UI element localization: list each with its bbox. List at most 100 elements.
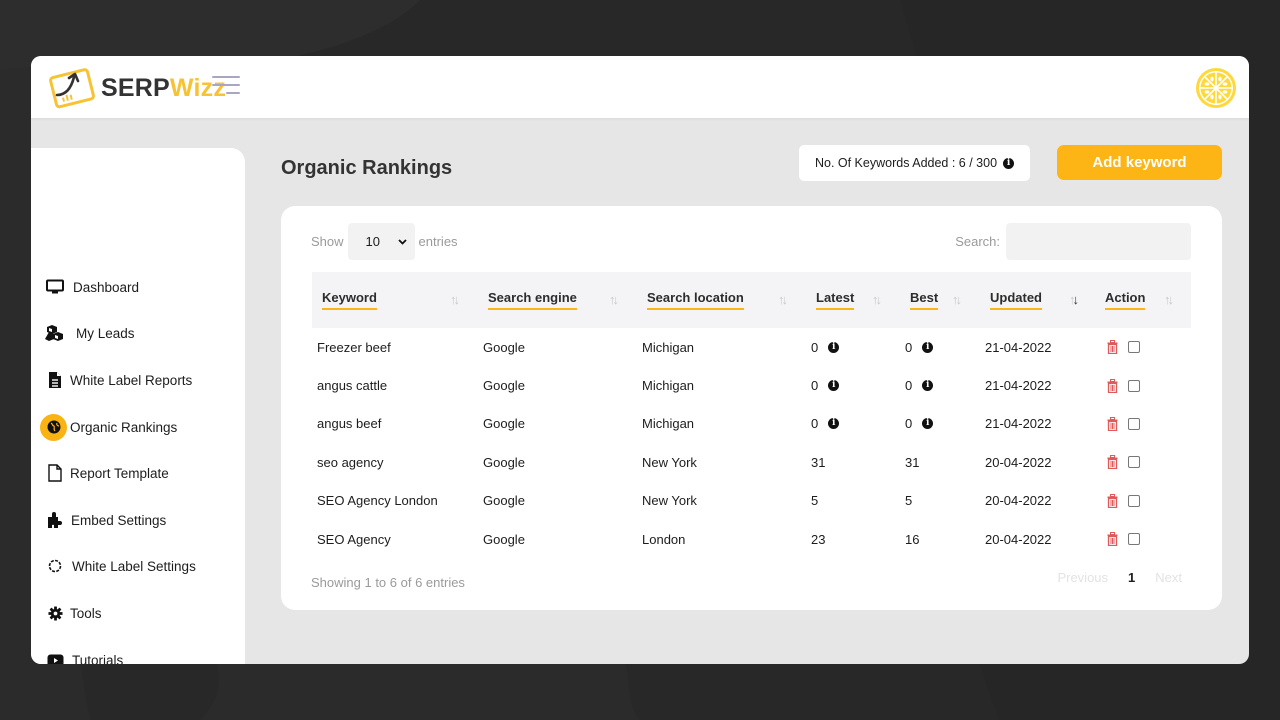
column-header-search-engine[interactable]: Search engine bbox=[488, 272, 577, 328]
info-icon[interactable]: i bbox=[922, 380, 934, 392]
cell-value: Google bbox=[483, 531, 525, 547]
row-checkbox[interactable] bbox=[1128, 456, 1140, 469]
delete-icon[interactable] bbox=[1107, 455, 1118, 470]
column-header-label[interactable]: Latest bbox=[816, 290, 855, 310]
cell-search-location: London bbox=[642, 520, 685, 558]
info-icon[interactable]: i bbox=[828, 341, 840, 353]
sidebar-item-label: Organic Rankings bbox=[70, 419, 178, 435]
sort-icon[interactable]: ↑↓ bbox=[1069, 292, 1079, 307]
cell-keyword: angus beef bbox=[317, 405, 381, 443]
column-header-action[interactable]: Action bbox=[1105, 272, 1146, 328]
sidebar-item-white-label-settings[interactable]: White Label Settings bbox=[31, 552, 245, 580]
sidebar-item-organic-rankings[interactable]: Organic Rankings bbox=[31, 413, 245, 441]
column-header-label[interactable]: Action bbox=[1105, 290, 1146, 310]
cell-best: 31 bbox=[905, 443, 919, 481]
sidebar-item-white-label-reports[interactable]: White Label Reports bbox=[31, 366, 245, 394]
row-checkbox[interactable] bbox=[1128, 417, 1140, 430]
cell-updated: 21-04-2022 bbox=[985, 405, 1052, 443]
sort-icon[interactable]: ↑↓ bbox=[1164, 292, 1174, 307]
cell-action bbox=[1107, 443, 1140, 481]
info-icon[interactable]: i bbox=[922, 418, 934, 430]
sidebar-item-my-leads[interactable]: My Leads bbox=[31, 319, 245, 347]
sidebar-item-dashboard[interactable]: Dashboard bbox=[31, 273, 245, 301]
column-header-latest[interactable]: Latest bbox=[816, 272, 855, 328]
info-icon[interactable]: i bbox=[828, 380, 840, 392]
info-icon[interactable]: i bbox=[1003, 157, 1015, 169]
column-header-best[interactable]: Best bbox=[910, 272, 939, 328]
cell-best: 0i bbox=[905, 328, 934, 366]
cell-best: 0i bbox=[905, 405, 934, 443]
sidebar-item-label: White Label Reports bbox=[70, 372, 193, 388]
page-1-button[interactable]: 1 bbox=[1128, 570, 1135, 585]
column-header-keyword[interactable]: Keyword bbox=[322, 272, 377, 328]
row-checkbox[interactable] bbox=[1128, 494, 1140, 507]
logo-chart-icon bbox=[49, 68, 95, 109]
table-info: Showing 1 to 6 of 6 entries bbox=[311, 575, 465, 590]
cell-search-engine: Google bbox=[483, 366, 525, 404]
column-header-label[interactable]: Search engine bbox=[488, 290, 577, 310]
keywords-counter: No. Of Keywords Added : 6 / 300 i bbox=[799, 145, 1030, 181]
row-checkbox[interactable] bbox=[1128, 341, 1140, 354]
serpwizz-logo[interactable]: SERPWizz bbox=[47, 65, 226, 111]
cell-action bbox=[1107, 482, 1140, 520]
row-checkbox[interactable] bbox=[1128, 379, 1140, 392]
cell-search-engine: Google bbox=[483, 443, 525, 481]
row-checkbox[interactable] bbox=[1128, 533, 1140, 546]
cell-value: Google bbox=[483, 378, 525, 394]
keywords-counter-text: No. Of Keywords Added : 6 / 300 bbox=[814, 156, 998, 170]
sidebar-item-embed-settings[interactable]: Embed Settings bbox=[31, 506, 245, 534]
cell-keyword: angus cattle bbox=[317, 366, 387, 404]
column-header-updated[interactable]: Updated bbox=[990, 272, 1042, 328]
delete-icon[interactable] bbox=[1107, 532, 1118, 547]
user-avatar[interactable] bbox=[1195, 67, 1237, 109]
previous-page-button[interactable]: Previous bbox=[1057, 570, 1108, 585]
sidebar-item-tutorials[interactable]: Tutorials bbox=[31, 646, 245, 664]
table-header: Keyword ↑↓ Search engine ↑↓ Search location ↑… bbox=[312, 272, 1191, 328]
sort-icon[interactable]: ↑↓ bbox=[778, 292, 788, 307]
cell-value: 20-04-2022 bbox=[985, 454, 1052, 470]
sidebar-item-tools[interactable]: Tools bbox=[31, 599, 245, 627]
search-control: Search: bbox=[955, 223, 1191, 260]
sort-icon[interactable]: ↑↓ bbox=[952, 292, 962, 307]
sidebar-item-report-template[interactable]: Report Template bbox=[31, 459, 245, 487]
cell-search-location: Michigan bbox=[642, 328, 694, 366]
search-input[interactable] bbox=[1006, 223, 1191, 260]
info-icon[interactable]: i bbox=[922, 341, 934, 353]
sort-icon[interactable]: ↑↓ bbox=[872, 292, 882, 307]
search-label: Search: bbox=[955, 234, 1000, 249]
add-keyword-button[interactable]: Add keyword bbox=[1057, 145, 1222, 180]
next-page-button[interactable]: Next bbox=[1155, 570, 1182, 585]
delete-icon[interactable] bbox=[1107, 416, 1118, 431]
sidebar-item-label: Embed Settings bbox=[71, 512, 167, 528]
column-header-label[interactable]: Updated bbox=[990, 290, 1042, 310]
delete-icon[interactable] bbox=[1107, 378, 1118, 393]
sidebar: Dashboard My Leads White Label Reports O… bbox=[31, 148, 245, 664]
page-size-select[interactable]: 10 bbox=[347, 223, 415, 260]
sidebar-item-label: Report Template bbox=[70, 465, 169, 481]
column-header-search-location[interactable]: Search location bbox=[647, 272, 744, 328]
cell-best: 5 bbox=[905, 482, 912, 520]
column-header-label[interactable]: Best bbox=[910, 290, 939, 310]
hamburger-icon[interactable] bbox=[212, 74, 240, 96]
cell-value: SEO Agency bbox=[317, 531, 391, 547]
column-header-label[interactable]: Search location bbox=[647, 290, 744, 310]
cell-updated: 20-04-2022 bbox=[985, 520, 1052, 558]
page-size-control: Show 10 entries bbox=[311, 223, 458, 260]
column-header-label[interactable]: Keyword bbox=[322, 290, 377, 310]
cell-value: 0 bbox=[905, 416, 913, 432]
monitor-icon bbox=[45, 277, 65, 297]
cell-best: 16 bbox=[905, 520, 919, 558]
brand-name: SERPWizz bbox=[101, 73, 227, 102]
cell-search-engine: Google bbox=[483, 405, 525, 443]
info-icon[interactable]: i bbox=[828, 418, 840, 430]
cell-action bbox=[1107, 405, 1140, 443]
sidebar-item-label: Dashboard bbox=[73, 279, 140, 295]
delete-icon[interactable] bbox=[1107, 493, 1118, 508]
cell-keyword: seo agency bbox=[317, 443, 384, 481]
cell-value: Michigan bbox=[642, 339, 695, 355]
globe-icon bbox=[40, 413, 67, 441]
sort-icon[interactable]: ↑↓ bbox=[609, 292, 619, 307]
sort-icon[interactable]: ↑↓ bbox=[450, 292, 460, 307]
app-window: SERPWizz Dashboard My Leads White Label … bbox=[31, 56, 1249, 664]
delete-icon[interactable] bbox=[1107, 340, 1118, 355]
